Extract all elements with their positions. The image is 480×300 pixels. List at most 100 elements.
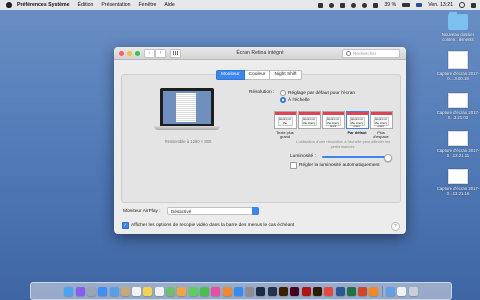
menu-aide[interactable]: Aide <box>164 2 174 8</box>
notes-icon[interactable] <box>143 286 153 296</box>
menu-edition[interactable]: Édition <box>78 2 94 8</box>
contacts-icon[interactable] <box>120 286 130 296</box>
menu-presentation[interactable]: Présentation <box>101 2 130 8</box>
radio-default-resolution[interactable]: Réglage par défaut pour l'écran <box>280 90 355 96</box>
display-preferences-window: ‹ › Écran Retina intégré Moniteur Couleu… <box>114 47 406 234</box>
calendar-icon[interactable] <box>132 286 142 296</box>
photos-icon[interactable] <box>177 286 187 296</box>
wifi-icon[interactable] <box>362 2 368 8</box>
airplay-icon[interactable] <box>340 2 346 8</box>
indesign-icon[interactable] <box>290 286 300 296</box>
screenshot-thumbnail-icon <box>448 93 468 108</box>
dropbox-icon[interactable] <box>318 2 324 8</box>
scale-option-2[interactable]: Here's to the crazy <box>297 111 321 139</box>
messages-icon[interactable] <box>188 286 198 296</box>
acrobat-icon[interactable] <box>301 286 311 296</box>
mirroring-options-checkbox[interactable]: ✓ Afficher les options de recopie vidéo … <box>122 222 294 229</box>
scale-options: Here's to the Texte plus grand Here's to… <box>273 111 393 139</box>
timemachine-icon[interactable] <box>329 2 335 8</box>
desktop-screenshot-4[interactable]: Capture d'écran 2017-0...13.21.16 <box>436 169 480 196</box>
airplay-label: Moniteur AirPlay : <box>123 209 161 214</box>
desktop-screenshot-3[interactable]: Capture d'écran 2017-0...13.21.11 <box>436 131 480 158</box>
laptop-display <box>163 91 211 124</box>
scale-option-default[interactable]: Here's to the crazy ones. The Par défaut <box>345 111 369 139</box>
chrome-icon[interactable] <box>324 286 334 296</box>
itunes-icon[interactable] <box>211 286 221 296</box>
notification-center-icon[interactable] <box>471 2 476 8</box>
forward-button[interactable]: › <box>155 48 166 58</box>
scale-label: Par défaut <box>347 129 367 135</box>
document-icon[interactable] <box>397 286 407 296</box>
bridge-icon[interactable] <box>312 286 322 296</box>
close-window-button[interactable] <box>119 50 124 56</box>
radio-button[interactable] <box>280 90 286 96</box>
menu-clock[interactable]: Ven. 13:21 <box>428 2 453 8</box>
chevron-updown-icon[interactable] <box>252 207 259 215</box>
word-icon[interactable] <box>335 286 345 296</box>
app-store-icon[interactable] <box>233 286 243 296</box>
vlc-icon[interactable] <box>369 286 379 296</box>
excel-icon[interactable] <box>346 286 356 296</box>
powerpoint-icon[interactable] <box>358 286 368 296</box>
scaling-hint: L'utilisation d'une résolution à l'échel… <box>295 139 391 149</box>
luminosity-slider[interactable] <box>322 153 392 162</box>
lightroom-icon[interactable] <box>267 286 277 296</box>
desktop-screenshot-1[interactable]: Capture d'écran 2017-0....3.00.19 <box>436 51 480 81</box>
finder-icon[interactable] <box>64 286 74 296</box>
facetime-icon[interactable] <box>199 286 209 296</box>
radio-scaled-resolution[interactable]: À l'échelle <box>280 97 310 103</box>
scale-option-more-space[interactable]: Here's to the crazy ones. The misfits Pl… <box>369 111 393 139</box>
bluetooth-icon[interactable] <box>351 2 357 8</box>
mail-icon[interactable] <box>109 286 119 296</box>
show-all-grid-icon[interactable] <box>170 48 181 58</box>
screenshot-thumbnail-icon <box>448 51 468 69</box>
checkbox-checked[interactable]: ✓ <box>122 222 129 229</box>
battery-percent[interactable]: 39 % <box>384 2 396 8</box>
photoshop-icon[interactable] <box>256 286 266 296</box>
scale-option-3[interactable]: Here's to the crazy ones <box>321 111 345 139</box>
spotlight-icon[interactable] <box>459 2 465 8</box>
flag-icon[interactable] <box>416 3 423 7</box>
dock-separator <box>381 285 383 297</box>
downloads-icon[interactable] <box>386 286 395 296</box>
trash-icon[interactable] <box>408 286 418 296</box>
desktop-folder[interactable]: Nouveau dossier conten...léments <box>436 12 480 42</box>
apple-menu-icon[interactable] <box>6 2 12 8</box>
desktop-screenshot-2[interactable]: Capture d'écran 2017-0...3.21.03 <box>436 93 480 120</box>
scale-thumbnail: Here's to the crazy ones. The misfits <box>369 111 393 129</box>
ibooks-icon[interactable] <box>222 286 232 296</box>
reminders-icon[interactable] <box>154 286 164 296</box>
slider-knob[interactable] <box>384 153 392 162</box>
launchpad-icon[interactable] <box>86 286 96 296</box>
back-button[interactable]: ‹ <box>144 48 155 58</box>
checkbox-label: Afficher les options de recopie vidéo da… <box>131 222 295 228</box>
radio-label: Réglage par défaut pour l'écran <box>288 90 356 96</box>
scale-thumbnail: Here's to the <box>273 111 297 129</box>
scale-thumbnail: Here's to the crazy <box>297 111 321 129</box>
maps-icon[interactable] <box>166 286 176 296</box>
help-button[interactable]: ? <box>391 222 400 231</box>
zoom-window-button[interactable] <box>135 50 140 56</box>
system-preferences-icon[interactable] <box>245 286 255 296</box>
menu-fenetre[interactable]: Fenêtre <box>139 2 157 8</box>
search-field[interactable] <box>342 49 400 58</box>
volume-icon[interactable] <box>373 2 379 8</box>
minimize-window-button[interactable] <box>127 50 132 56</box>
battery-icon[interactable] <box>402 3 411 7</box>
siri-icon[interactable] <box>75 286 85 296</box>
auto-luminosity-checkbox[interactable]: Régler la luminosité automatiquement <box>290 162 380 169</box>
tab-bar: Moniteur Couleur Night Shift <box>216 70 302 80</box>
airplay-select[interactable]: Désactivé <box>167 207 259 215</box>
menu-app-name[interactable]: Préférences Système <box>17 2 70 8</box>
search-input[interactable] <box>353 51 397 56</box>
checkbox[interactable] <box>290 162 297 169</box>
tab-night-shift[interactable]: Night Shift <box>270 70 302 80</box>
safari-icon[interactable] <box>98 286 108 296</box>
illustrator-icon[interactable] <box>279 286 289 296</box>
radio-button-selected[interactable] <box>280 97 286 103</box>
radio-label: À l'échelle <box>288 97 310 103</box>
desktop-label: Capture d'écran 2017-0...3.21.03 <box>436 110 480 120</box>
scale-option-larger-text[interactable]: Here's to the Texte plus grand <box>273 111 297 139</box>
tab-couleur[interactable]: Couleur <box>244 70 271 80</box>
tab-moniteur[interactable]: Moniteur <box>216 70 245 80</box>
